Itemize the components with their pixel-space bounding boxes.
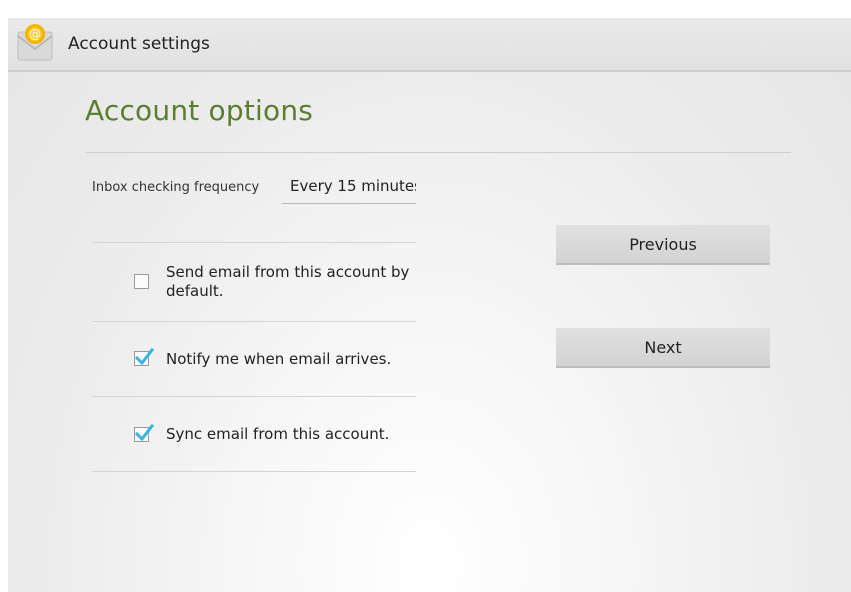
- send-default-checkbox[interactable]: [134, 274, 149, 289]
- notify-label: Notify me when email arrives.: [166, 350, 392, 368]
- option-sync[interactable]: Sync email from this account.: [92, 397, 416, 471]
- checkmark-icon: [134, 347, 154, 366]
- inbox-frequency-spinner[interactable]: Every 15 minutes: [282, 172, 416, 204]
- sync-label: Sync email from this account.: [166, 425, 390, 443]
- notify-checkbox[interactable]: [134, 347, 154, 366]
- option-notify[interactable]: Notify me when email arrives.: [92, 322, 416, 396]
- send-default-label-line1: Send email from this account by: [166, 263, 410, 281]
- action-bar: @ Account settings: [8, 18, 851, 72]
- email-settings-screen: @ Account settings Account options Inbox…: [8, 18, 851, 592]
- send-default-label-line2: default.: [166, 282, 224, 300]
- sync-checkbox[interactable]: [134, 423, 154, 442]
- heading-divider: [85, 152, 791, 153]
- inbox-frequency-label: Inbox checking frequency: [92, 180, 260, 195]
- app-title: Account settings: [68, 34, 210, 54]
- next-button[interactable]: Next: [556, 328, 770, 368]
- send-default-label: Send email from this account by default.: [166, 263, 409, 301]
- account-options-content: Account options Inbox checking frequency…: [8, 72, 851, 592]
- option-send-default[interactable]: Send email from this account by default.: [92, 243, 416, 321]
- checkmark-icon: [134, 423, 154, 442]
- email-app-icon[interactable]: @: [14, 22, 56, 66]
- divider: [92, 471, 416, 472]
- inbox-frequency-value: Every 15 minutes: [290, 177, 416, 195]
- svg-text:@: @: [29, 27, 41, 41]
- previous-button[interactable]: Previous: [556, 225, 770, 265]
- page-title: Account options: [85, 94, 314, 127]
